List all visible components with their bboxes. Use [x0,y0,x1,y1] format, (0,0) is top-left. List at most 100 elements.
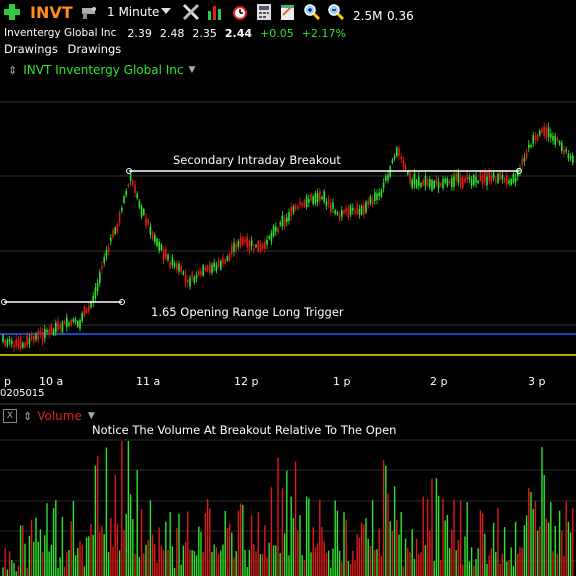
candle-body [239,236,242,246]
drag-handle-icon[interactable]: ⇕ [23,410,32,423]
chevron-down-icon[interactable]: ▼ [88,411,95,421]
time-tick: 11 a [136,375,161,388]
candle-body [149,226,152,235]
volume-bar [312,527,314,576]
candle-body [385,176,387,181]
volume-bar [314,547,317,576]
volume-bar [466,502,468,576]
volume-bar [369,546,372,576]
candle-body [446,178,449,186]
volume-annotation[interactable]: Notice The Volume At Breakout Relative T… [92,423,396,437]
volume-bar [382,460,385,576]
volume-bar [110,517,112,576]
candle-body [396,147,398,157]
volume-bar [400,512,402,576]
volume-bar [488,555,490,576]
volume-bar [415,538,418,576]
volume-bar [303,560,306,576]
volume-bar [321,526,323,576]
candle-body [294,205,297,210]
volume-bar [453,499,455,576]
volume-bar [101,525,103,576]
volume-bar [327,550,330,576]
candle-body [543,126,545,136]
volume-bar [308,498,310,576]
volume-bar [226,527,229,576]
candle-body [213,262,215,267]
candle-body [103,257,105,263]
candle-body [473,175,475,185]
breakout-annotation[interactable]: Secondary Intraday Breakout [173,153,341,167]
candle-body [356,203,358,214]
volume-bar [334,500,336,576]
candle-body [22,342,24,348]
candle-body [404,165,407,170]
volume-bar [72,500,75,576]
volume-bar [398,534,400,576]
candle-body [363,204,365,216]
candle-body [231,245,233,254]
volume-bar [426,499,429,576]
candle-body [400,156,402,160]
candle-body [398,148,400,157]
volume-bar [459,500,462,576]
candle-body [455,173,457,181]
candle-body [305,196,308,208]
volume-bar [301,554,303,576]
candle-body [321,196,323,199]
candle-body [266,239,268,245]
volume-bar [116,523,119,576]
volume-bar [55,500,57,576]
candle-body [308,199,310,203]
volume-bar [310,552,312,576]
candle-body [413,173,416,185]
volume-bar [158,527,160,576]
close-icon[interactable]: X [3,409,17,423]
volume-bar [393,486,396,576]
candle-body [352,207,354,211]
volume-bar [187,511,189,576]
volume-bar [279,553,281,576]
candle-body [567,154,570,158]
candle-body [325,201,328,207]
candle-body [15,339,17,346]
volume-bar [563,555,565,576]
candle-body [39,330,42,335]
time-tick: 3 p [528,375,546,388]
volume-bar [424,545,427,576]
candle-body [391,159,394,163]
candle-body [253,248,255,251]
candle-body [354,210,356,214]
trigger-annotation[interactable]: 1.65 Opening Range Long Trigger [151,305,344,319]
volume-bar [68,549,70,576]
candle-body [528,144,530,148]
volume-bar [391,531,394,576]
volume-bar [338,550,341,576]
candle-body [94,287,97,299]
candle-body [336,212,339,215]
volume-bar [554,526,556,576]
volume-bar [233,557,235,576]
candle-body [96,282,99,292]
candle-body [17,339,20,347]
candle-body [371,199,374,205]
volume-bar [237,510,240,576]
volume-bar [147,539,149,576]
volume-bar [501,553,504,576]
volume-bar [90,523,92,576]
candle-body [235,243,237,250]
volume-bar [462,564,464,576]
volume-bar [429,530,431,576]
volume-bar [495,551,497,576]
candle-body [116,223,119,232]
candle-body [228,253,231,261]
volume-bar [431,478,433,576]
volume-bar [561,530,563,576]
volume-bar [528,488,530,576]
candle-body [61,322,64,333]
candle-body [272,226,275,237]
candle-body [26,334,28,345]
candle-body [332,202,334,209]
candle-body [77,321,79,327]
candle-body [550,133,552,138]
